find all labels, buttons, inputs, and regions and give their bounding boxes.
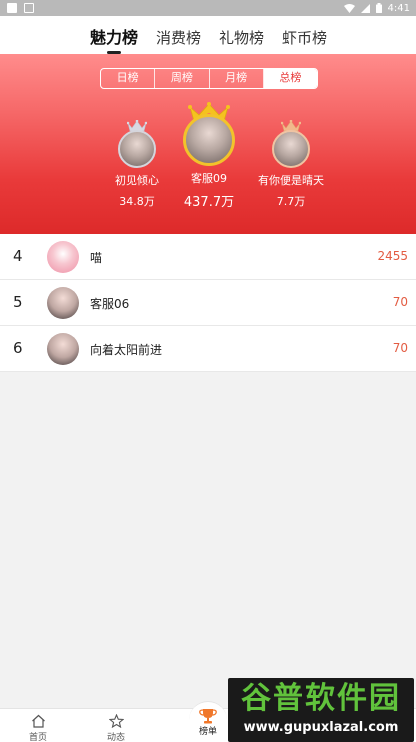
period-tab-monthly[interactable]: 月榜	[210, 69, 264, 88]
user-name: 客服06	[90, 297, 130, 311]
period-selector: 日榜 周榜 月榜 总榜	[100, 68, 318, 89]
score: 2455	[377, 249, 408, 263]
avatar	[47, 241, 79, 273]
nav-feed[interactable]: 动态	[93, 714, 139, 742]
podium-value: 34.8万	[119, 195, 155, 208]
status-bar: 4:41	[0, 0, 416, 16]
clock: 4:41	[387, 2, 410, 14]
signal-icon	[360, 3, 370, 13]
podium-name: 初见倾心	[115, 174, 159, 187]
nav-leaderboard[interactable]: 榜单	[189, 701, 227, 739]
podium-value: 7.7万	[276, 195, 306, 208]
nav-home[interactable]: 首页	[15, 714, 61, 742]
tab-consumption[interactable]: 消费榜	[156, 28, 201, 48]
podium-first[interactable]: 客服09 437.7万	[179, 102, 239, 210]
battery-icon	[375, 3, 382, 13]
list-item[interactable]: 6 向着太阳前进 70	[0, 326, 416, 372]
wifi-icon	[343, 3, 355, 13]
avatar	[183, 114, 235, 166]
score: 70	[392, 295, 408, 309]
user-name: 喵	[90, 251, 103, 265]
rank-number: 5	[13, 293, 23, 311]
watermark-title: 谷普软件园	[241, 681, 401, 716]
podium-second[interactable]: 初见倾心 34.8万	[107, 120, 167, 209]
star-icon	[108, 714, 124, 728]
leaderboard-tabs: 魅力榜 消费榜 礼物榜 虾币榜	[0, 16, 416, 54]
tab-gift[interactable]: 礼物榜	[219, 28, 264, 48]
avatar	[118, 130, 156, 168]
period-tab-daily[interactable]: 日榜	[101, 69, 156, 88]
avatar	[47, 333, 79, 365]
rank-number: 6	[13, 339, 23, 357]
podium-name: 有你便是晴天	[258, 174, 324, 187]
rank-number: 4	[13, 247, 23, 265]
podium-value: 437.7万	[183, 195, 235, 210]
notification-icon	[7, 3, 17, 13]
ranking-list: 4 喵 2455 5 客服06 70 6 向着太阳前进 70	[0, 234, 416, 372]
tab-shrimp-coin[interactable]: 虾币榜	[282, 28, 327, 48]
list-item[interactable]: 4 喵 2455	[0, 234, 416, 280]
podium-name: 客服09	[191, 172, 227, 185]
period-tab-weekly[interactable]: 周榜	[155, 69, 210, 88]
user-name: 向着太阳前进	[90, 343, 163, 357]
score: 70	[392, 341, 408, 355]
trophy-icon	[199, 709, 217, 724]
podium-third[interactable]: 有你便是晴天 7.7万	[256, 120, 326, 209]
watermark-logo: 谷普软件园 www.gupuxlazal.com	[228, 678, 414, 742]
home-icon	[31, 714, 45, 728]
period-tab-total[interactable]: 总榜	[263, 69, 317, 88]
watermark-url: www.gupuxlazal.com	[243, 720, 399, 735]
avatar	[272, 130, 310, 168]
list-item[interactable]: 5 客服06 70	[0, 280, 416, 326]
avatar	[47, 287, 79, 319]
notification-icon	[24, 3, 34, 13]
tab-charm[interactable]: 魅力榜	[90, 28, 138, 54]
podium-banner: 日榜 周榜 月榜 总榜 初见倾心 34.8万 客服09 437.7万 有你便是晴…	[0, 54, 416, 234]
